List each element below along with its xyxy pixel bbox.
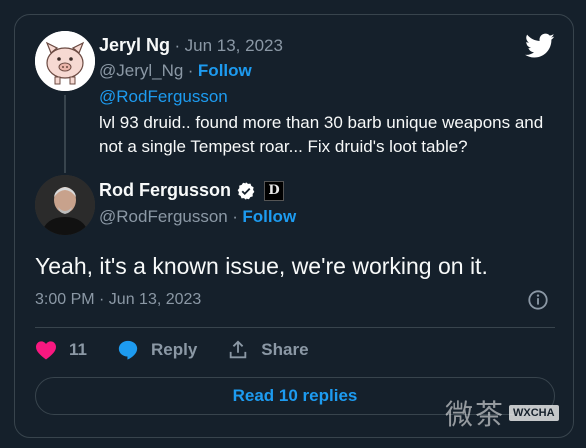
author-name[interactable]: Rod Fergusson [99,180,231,201]
like-count: 11 [69,340,87,359]
reply-bubble-icon [118,340,138,360]
quoted-author-name[interactable]: Jeryl Ng [99,35,170,55]
share-label: Share [261,340,309,359]
person-photo-icon [35,175,95,235]
twitter-logo-icon[interactable] [525,33,555,59]
share-button[interactable]: Share [227,339,309,361]
avatar-rod[interactable] [35,175,95,235]
follow-rod-button[interactable]: Follow [242,207,296,226]
verified-badge-icon[interactable] [236,181,256,201]
author-handle-row: @RodFergusson · Follow [99,207,296,227]
quoted-header: Jeryl Ng · Jun 13, 2023 [99,35,283,56]
separator: · [187,61,194,80]
separator: · [174,36,181,55]
pig-avatar-icon [35,31,95,91]
avatar-jeryl[interactable] [35,31,95,91]
quoted-handle-row: @Jeryl_Ng · Follow [99,61,252,81]
action-bar: 11 Reply Share [35,339,339,361]
separator: · [232,207,238,226]
like-button[interactable]: 11 [35,340,87,360]
thread-line [64,95,66,173]
watermark-text: 微茶 [445,398,506,431]
divider [35,327,555,328]
tweet-card: Jeryl Ng · Jun 13, 2023 @Jeryl_Ng · Foll… [14,14,574,438]
tweet-text: Yeah, it's a known issue, we're working … [35,253,488,279]
follow-jeryl-button[interactable]: Follow [198,61,252,80]
tweet-timestamp[interactable]: 3:00 PM · Jun 13, 2023 [35,291,201,309]
share-icon [230,340,247,359]
quoted-date[interactable]: Jun 13, 2023 [185,36,283,55]
quoted-tweet-text: lvl 93 druid.. found more than 30 barb u… [99,113,544,156]
watermark-badge: WXCHA [509,405,559,421]
info-icon[interactable] [527,289,549,311]
reply-mention[interactable]: @RodFergusson [99,87,228,107]
reply-button[interactable]: Reply [117,339,197,361]
affiliate-badge-icon[interactable]: D [264,180,285,201]
reply-label: Reply [150,340,198,359]
author-header: Rod Fergusson D [99,180,285,201]
watermark: 微茶 WXCHA [445,393,559,433]
author-handle[interactable]: @RodFergusson [99,207,228,226]
quoted-handle[interactable]: @Jeryl_Ng [99,61,183,80]
heart-icon [36,341,56,360]
